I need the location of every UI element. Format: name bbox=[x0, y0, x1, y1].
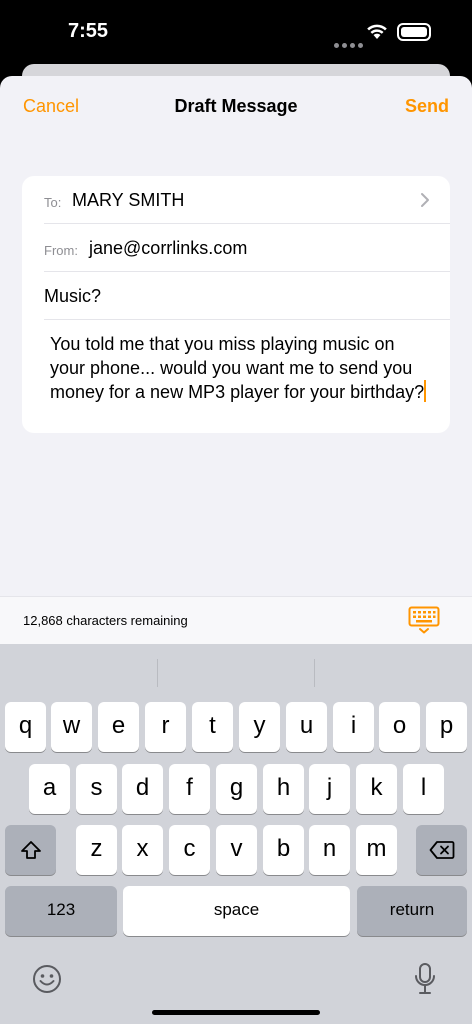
page-title: Draft Message bbox=[174, 96, 298, 116]
key-m[interactable]: m bbox=[356, 825, 397, 875]
send-button[interactable]: Send bbox=[405, 96, 449, 117]
to-label: To: bbox=[44, 195, 62, 210]
key-x[interactable]: x bbox=[122, 825, 163, 875]
navigation-bar: Cancel Draft Message Send bbox=[0, 76, 472, 136]
chevron-right-icon[interactable] bbox=[420, 192, 430, 213]
message-body[interactable]: You told me that you miss playing music … bbox=[50, 332, 430, 404]
key-g[interactable]: g bbox=[216, 764, 257, 814]
delete-key[interactable] bbox=[416, 825, 467, 875]
key-u[interactable]: u bbox=[286, 702, 327, 752]
key-l[interactable]: l bbox=[403, 764, 444, 814]
shift-icon bbox=[20, 835, 42, 862]
key-c[interactable]: c bbox=[169, 825, 210, 875]
delete-icon bbox=[429, 835, 455, 862]
key-a[interactable]: a bbox=[29, 764, 70, 814]
signal-dots-icon bbox=[334, 35, 366, 53]
to-recipient[interactable]: MARY SMITH bbox=[72, 190, 184, 211]
key-p[interactable]: p bbox=[426, 702, 467, 752]
shift-key[interactable] bbox=[5, 825, 56, 875]
from-field: From: jane@corrlinks.com bbox=[44, 224, 450, 272]
key-j[interactable]: j bbox=[309, 764, 350, 814]
microphone-icon[interactable] bbox=[414, 962, 436, 1001]
subject-field[interactable]: Music? bbox=[44, 272, 450, 320]
to-field[interactable]: To: MARY SMITH bbox=[44, 176, 450, 224]
key-i[interactable]: i bbox=[333, 702, 374, 752]
key-y[interactable]: y bbox=[239, 702, 280, 752]
suggestion-divider bbox=[314, 659, 315, 687]
message-body-text[interactable]: You told me that you miss playing music … bbox=[50, 334, 424, 402]
wifi-icon bbox=[366, 22, 388, 45]
suggestion-divider bbox=[157, 659, 158, 687]
key-t[interactable]: t bbox=[192, 702, 233, 752]
key-z[interactable]: z bbox=[76, 825, 117, 875]
text-caret bbox=[424, 380, 427, 402]
key-n[interactable]: n bbox=[309, 825, 350, 875]
subject-text[interactable]: Music? bbox=[44, 286, 101, 307]
key-e[interactable]: e bbox=[98, 702, 139, 752]
battery-icon bbox=[397, 23, 431, 41]
key-r[interactable]: r bbox=[145, 702, 186, 752]
key-f[interactable]: f bbox=[169, 764, 210, 814]
key-d[interactable]: d bbox=[122, 764, 163, 814]
keyboard-dismiss-icon[interactable] bbox=[408, 606, 440, 639]
key-k[interactable]: k bbox=[356, 764, 397, 814]
compose-sheet: Cancel Draft Message Send To: MARY SMITH… bbox=[0, 76, 472, 644]
key-w[interactable]: w bbox=[51, 702, 92, 752]
keyboard-accessory-bar: 12,868 characters remaining bbox=[0, 596, 472, 644]
emoji-icon[interactable] bbox=[32, 964, 62, 999]
keyboard: q w e r t y u i o p a s d f g h j k l z … bbox=[0, 644, 472, 1024]
from-address: jane@corrlinks.com bbox=[89, 238, 248, 258]
key-s[interactable]: s bbox=[76, 764, 117, 814]
numbers-key[interactable]: 123 bbox=[5, 886, 117, 936]
space-key[interactable]: space bbox=[123, 886, 350, 936]
compose-card: To: MARY SMITH From: jane@corrlinks.com … bbox=[22, 176, 450, 433]
home-indicator bbox=[152, 1010, 320, 1015]
key-b[interactable]: b bbox=[263, 825, 304, 875]
characters-remaining: 12,868 characters remaining bbox=[23, 613, 188, 628]
status-bar: 7:55 bbox=[0, 0, 472, 64]
status-time: 7:55 bbox=[68, 20, 109, 42]
from-label: From: bbox=[44, 243, 78, 258]
key-o[interactable]: o bbox=[379, 702, 420, 752]
key-h[interactable]: h bbox=[263, 764, 304, 814]
key-v[interactable]: v bbox=[216, 825, 257, 875]
key-q[interactable]: q bbox=[5, 702, 46, 752]
return-key[interactable]: return bbox=[357, 886, 467, 936]
